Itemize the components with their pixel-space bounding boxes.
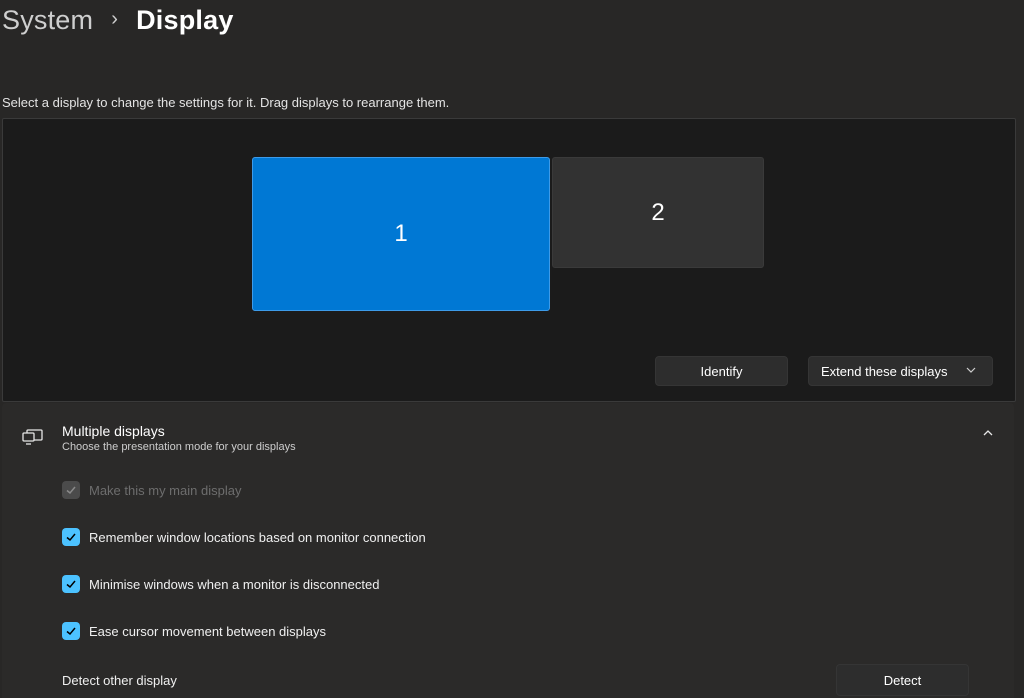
main-display-checkbox — [62, 481, 80, 499]
monitor-2-tile[interactable]: 2 — [552, 157, 764, 268]
arrangement-instruction: Select a display to change the settings … — [2, 95, 450, 110]
detect-button-label: Detect — [883, 672, 922, 688]
display-arrangement-canvas: 1 2 Identify Extend these displays — [2, 118, 1016, 402]
chevron-down-icon — [966, 365, 976, 378]
main-display-option: Make this my main display — [62, 481, 241, 499]
page-title: Display — [136, 4, 234, 35]
chevron-up-icon[interactable] — [982, 427, 994, 442]
minimise-windows-checkbox[interactable] — [62, 575, 80, 593]
display-mode-value: Extend these displays — [821, 363, 948, 379]
multiple-displays-section: Multiple displays Choose the presentatio… — [2, 403, 1014, 698]
display-settings-page: System › Display Select a display to cha… — [0, 0, 1024, 698]
minimise-windows-option[interactable]: Minimise windows when a monitor is disco… — [62, 575, 379, 593]
main-display-label: Make this my main display — [89, 482, 242, 498]
detect-other-display-label: Detect other display — [62, 673, 177, 688]
ease-cursor-option[interactable]: Ease cursor movement between displays — [62, 622, 326, 640]
remember-window-locations-label: Remember window locations based on monit… — [89, 529, 426, 545]
monitor-1-tile[interactable]: 1 — [252, 157, 550, 311]
remember-window-locations-option[interactable]: Remember window locations based on monit… — [62, 528, 426, 546]
monitor-1-label: 1 — [394, 220, 408, 247]
multiple-displays-title: Multiple displays — [62, 423, 165, 439]
multiple-displays-icon — [22, 429, 43, 445]
remember-window-locations-checkbox[interactable] — [62, 528, 80, 546]
identify-button[interactable]: Identify — [655, 356, 788, 386]
detect-button[interactable]: Detect — [836, 664, 969, 696]
ease-cursor-checkbox[interactable] — [62, 622, 80, 640]
ease-cursor-label: Ease cursor movement between displays — [89, 623, 327, 639]
breadcrumb-separator-icon: › — [111, 7, 119, 30]
multiple-displays-header[interactable]: Multiple displays Choose the presentatio… — [2, 403, 1014, 463]
minimise-windows-label: Minimise windows when a monitor is disco… — [89, 576, 380, 592]
breadcrumb-system-link[interactable]: System — [2, 5, 93, 36]
breadcrumb: System › Display — [2, 0, 234, 40]
multiple-displays-subtitle: Choose the presentation mode for your di… — [62, 441, 296, 453]
monitor-2-label: 2 — [651, 198, 665, 226]
display-mode-dropdown[interactable]: Extend these displays — [808, 356, 993, 386]
identify-button-label: Identify — [700, 363, 743, 379]
